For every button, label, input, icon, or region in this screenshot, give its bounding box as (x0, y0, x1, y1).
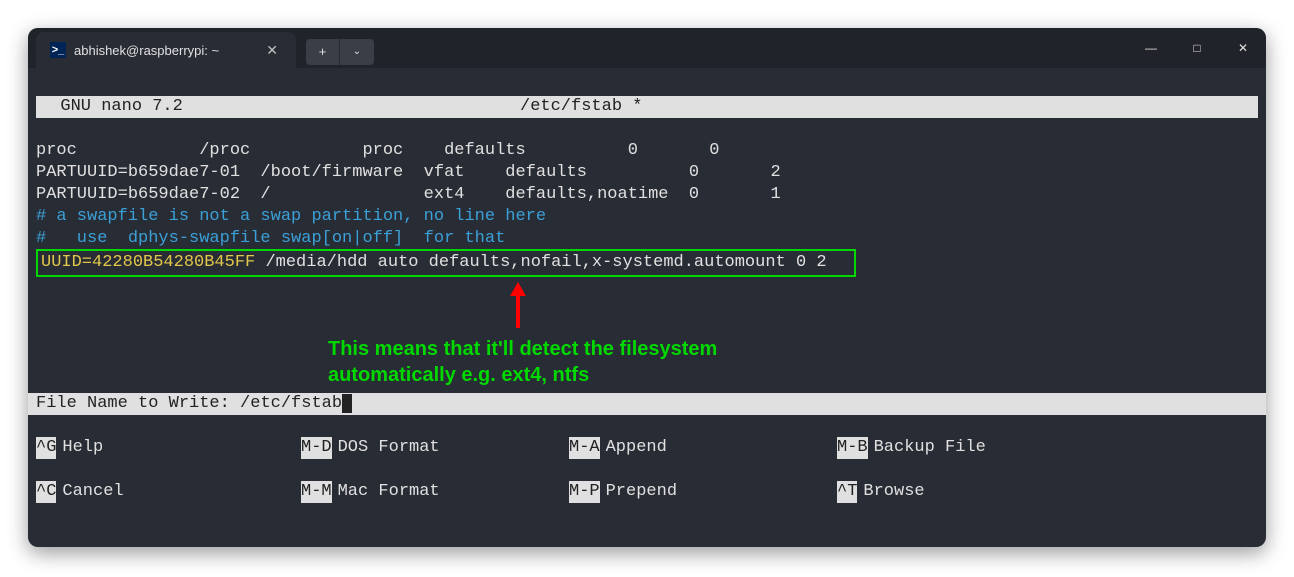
shortcut-key: M-B (837, 437, 868, 459)
uuid-value: UUID=42280B54280B45FF (41, 253, 255, 272)
tab-controls: + ⌄ (306, 28, 374, 68)
shortcut-key: M-A (569, 437, 600, 459)
shortcut-cancel: ^C Cancel (36, 481, 301, 503)
tab-title: abhishek@raspberrypi: ~ (74, 43, 254, 58)
shortcut-label: Cancel (62, 481, 123, 503)
titlebar: >_ abhishek@raspberrypi: ~ ✕ + ⌄ — □ ✕ (28, 28, 1266, 68)
shortcut-label: Prepend (606, 481, 677, 503)
shortcut-label: Backup File (874, 437, 986, 459)
minimize-button[interactable]: — (1128, 28, 1174, 68)
tab-dropdown-button[interactable]: ⌄ (340, 39, 374, 65)
fstab-line: proc /proc proc defaults 0 0 (36, 141, 720, 160)
shortcut-append: M-A Append (569, 437, 837, 459)
shortcut-key: ^C (36, 481, 56, 503)
nano-file-label: /etc/fstab * (520, 96, 1254, 118)
fstab-entry-rest: /media/hdd auto defaults,nofail,x-system… (255, 253, 826, 272)
terminal-window: >_ abhishek@raspberrypi: ~ ✕ + ⌄ — □ ✕ G… (28, 28, 1266, 547)
window-controls: — □ ✕ (1128, 28, 1266, 68)
shortcut-browse: ^T Browse (837, 481, 1258, 503)
shortcut-key: M-D (301, 437, 332, 459)
shortcut-mac-format: M-M Mac Format (301, 481, 569, 503)
shortcut-key: M-M (301, 481, 332, 503)
shortcut-key: M-P (569, 481, 600, 503)
window-close-button[interactable]: ✕ (1220, 28, 1266, 68)
shortcut-key: ^T (837, 481, 857, 503)
shortcut-label: Help (62, 437, 103, 459)
shortcut-backup: M-B Backup File (837, 437, 1258, 459)
fstab-comment: # a swapfile is not a swap partition, no… (36, 207, 546, 226)
shortcut-label: DOS Format (338, 437, 440, 459)
maximize-button[interactable]: □ (1174, 28, 1220, 68)
shortcut-label: Browse (863, 481, 924, 503)
terminal-content[interactable]: GNU nano 7.2/etc/fstab * proc /proc proc… (28, 68, 1266, 299)
shortcut-prepend: M-P Prepend (569, 481, 837, 503)
text-cursor (342, 394, 352, 413)
shortcut-key: ^G (36, 437, 56, 459)
tab-active[interactable]: >_ abhishek@raspberrypi: ~ ✕ (36, 32, 296, 68)
fstab-comment: # use dphys-swapfile swap[on|off] for th… (36, 229, 505, 248)
tab-close-button[interactable]: ✕ (262, 42, 282, 59)
fstab-line: PARTUUID=b659dae7-01 /boot/firmware vfat… (36, 163, 781, 182)
fstab-line: PARTUUID=b659dae7-02 / ext4 defaults,noa… (36, 185, 781, 204)
shortcut-row: ^G Help M-D DOS Format M-A Append M-B Backup Fi… (36, 437, 1258, 459)
nano-app-label: GNU nano 7.2 (40, 96, 520, 118)
shortcut-dos-format: M-D DOS Format (301, 437, 569, 459)
nano-prompt[interactable]: File Name to Write: /etc/fstab (28, 393, 1266, 415)
shortcut-help: ^G Help (36, 437, 301, 459)
annotation-line: This means that it'll detect the filesys… (328, 336, 717, 362)
shortcut-label: Append (606, 437, 667, 459)
shortcut-row: ^C Cancel M-M Mac Format M-P Prepend ^T Browse (36, 481, 1258, 503)
highlighted-fstab-entry: UUID=42280B54280B45FF /media/hdd auto de… (36, 249, 856, 277)
powershell-icon: >_ (50, 42, 66, 58)
nano-header: GNU nano 7.2/etc/fstab * (36, 96, 1258, 118)
nano-footer: File Name to Write: /etc/fstab ^G Help M-D… (36, 371, 1258, 547)
prompt-value: /etc/fstab (240, 394, 342, 413)
new-tab-button[interactable]: + (306, 39, 340, 65)
prompt-label: File Name to Write: (36, 394, 240, 413)
shortcut-label: Mac Format (338, 481, 440, 503)
